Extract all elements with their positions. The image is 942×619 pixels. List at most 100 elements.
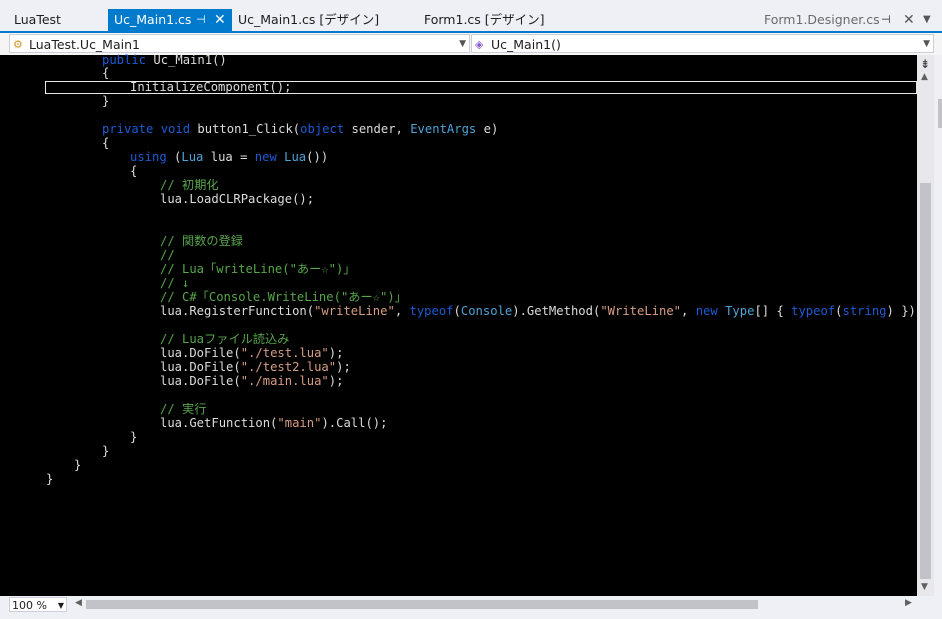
keyword-token: string <box>842 304 887 318</box>
tab-uc-main1-design[interactable]: Uc_Main1.cs [デザイン] <box>232 9 379 31</box>
code-token: ( <box>453 304 461 318</box>
code-token: lua.DoFile( <box>160 346 241 360</box>
code-line: public Uc_Main1() <box>102 53 227 67</box>
comment-line: // 関数の登録 <box>160 234 243 248</box>
member-dropdown-value: Uc_Main1() <box>491 37 561 52</box>
type-token: EventArgs <box>410 122 477 136</box>
chevron-down-icon[interactable]: ▼ <box>58 598 64 613</box>
code-line: { <box>130 164 138 178</box>
code-token: Uc_Main1() <box>146 53 227 67</box>
close-icon[interactable]: ✕ <box>214 9 226 31</box>
editor-bottom-bar: 100 % ▼ ◀ ▶ <box>0 596 934 619</box>
split-window-icon[interactable]: ⇟ <box>920 57 930 71</box>
code-line: } <box>74 458 82 472</box>
zoom-value: 100 % <box>12 599 47 612</box>
class-icon: ⚙ <box>13 38 23 51</box>
code-line: lua.DoFile("./test.lua"); <box>160 346 343 360</box>
code-token: , <box>681 304 696 318</box>
code-line: } <box>102 444 110 458</box>
string-token: "WriteLine" <box>600 304 682 318</box>
keyword-token: public <box>102 53 147 67</box>
code-line: } <box>102 94 110 108</box>
comment-line: // Lua「writeLine("あー☆")」 <box>160 262 356 276</box>
code-line: using (Lua lua = new Lua()) <box>130 150 328 164</box>
tab-form1-design[interactable]: Form1.cs [デザイン] <box>418 9 545 31</box>
comment-line: // <box>160 248 175 262</box>
tab-form1-design-label: Form1.cs [デザイン] <box>424 12 545 27</box>
code-token: ); <box>336 360 351 374</box>
keyword-token: using <box>130 150 167 164</box>
code-token: , <box>394 304 410 318</box>
string-token: "./test.lua" <box>240 346 329 360</box>
code-token: ( <box>835 304 843 318</box>
comment-line: // ↓ <box>160 276 190 290</box>
string-token: "./main.lua" <box>240 374 329 388</box>
outer-scroll-thumb[interactable] <box>938 99 942 128</box>
member-dropdown[interactable]: ◈ Uc_Main1() ▼ <box>471 34 934 53</box>
comment-line: // 実行 <box>160 402 207 416</box>
keyword-token: private <box>102 122 154 136</box>
tab-form1-designer-cs[interactable]: Form1.Designer.cs <box>764 9 880 31</box>
keyword-token: typeof <box>791 304 836 318</box>
horizontal-scroll-thumb[interactable] <box>86 600 758 609</box>
code-line: } <box>130 430 138 444</box>
string-token: "./test2.lua" <box>240 360 337 374</box>
scroll-right-icon[interactable]: ▶ <box>905 598 912 608</box>
comment-line: // 初期化 <box>160 178 219 192</box>
type-token: Lua <box>284 150 307 164</box>
code-token: lua.GetFunction( <box>160 416 278 430</box>
code-token: ); <box>328 346 344 360</box>
code-line: } <box>46 472 54 486</box>
scroll-left-icon[interactable]: ◀ <box>75 598 82 608</box>
keyword-token: new <box>695 304 718 318</box>
type-token: Console <box>460 304 513 318</box>
code-line: lua.GetFunction("main").Call(); <box>160 416 387 430</box>
keyword-token: object <box>300 122 345 136</box>
tab-luatest-label: LuaTest <box>14 12 61 27</box>
code-line: { <box>102 136 110 150</box>
tab-uc-main1-cs-label: Uc_Main1.cs <box>114 12 192 27</box>
code-token: ).Call(); <box>321 416 388 430</box>
code-token: lua = <box>203 150 255 164</box>
code-editor[interactable] <box>26 55 917 596</box>
comment-line: // C#「Console.WriteLine("あー☆")」 <box>160 290 407 304</box>
code-token: ).GetMethod( <box>512 304 601 318</box>
zoom-dropdown[interactable]: 100 % ▼ <box>9 597 67 612</box>
code-token: lua.RegisterFunction( <box>160 304 315 318</box>
chevron-down-icon[interactable]: ▼ <box>923 35 930 54</box>
document-tab-strip: LuaTest Uc_Main1.cs ⊣ ✕ Uc_Main1.cs [デザイ… <box>0 0 942 33</box>
vertical-scroll-thumb[interactable] <box>920 183 931 579</box>
close-icon[interactable]: ✕ <box>903 9 915 31</box>
code-token: ); <box>328 374 344 388</box>
scroll-up-icon[interactable]: ▲ <box>921 72 928 82</box>
class-dropdown-value: LuaTest.Uc_Main1 <box>29 37 140 52</box>
tab-uc-main1-cs[interactable]: Uc_Main1.cs ⊣ ✕ <box>108 9 232 31</box>
tab-luatest[interactable]: LuaTest <box>8 9 61 31</box>
string-token: "writeLine" <box>314 304 395 318</box>
pin-icon[interactable]: ⊣ <box>881 9 891 31</box>
tab-uc-main1-design-label: Uc_Main1.cs [デザイン] <box>238 12 380 27</box>
method-icon: ◈ <box>475 38 484 51</box>
code-token: lua.DoFile( <box>160 360 241 374</box>
class-dropdown[interactable]: ⚙ LuaTest.Uc_Main1 ▼ <box>9 34 470 53</box>
code-line: lua.RegisterFunction("writeLine", typeof… <box>160 304 931 318</box>
type-token: Lua <box>181 150 204 164</box>
code-line: lua.DoFile("./test2.lua"); <box>160 360 351 374</box>
code-token: e) <box>476 122 499 136</box>
code-line: lua.DoFile("./main.lua"); <box>160 374 343 388</box>
scroll-down-icon[interactable]: ▼ <box>921 582 928 592</box>
keyword-token: typeof <box>409 304 454 318</box>
code-token: button1_Click( <box>190 122 301 136</box>
editor-gutter <box>0 55 26 596</box>
window-edge <box>934 55 942 619</box>
chevron-down-icon[interactable]: ▼ <box>923 9 931 31</box>
code-token: ( <box>166 150 182 164</box>
current-line-highlight <box>45 81 917 94</box>
comment-line: // Luaファイル読込み <box>160 332 290 346</box>
code-line: private void button1_Click(object sender… <box>102 122 498 136</box>
type-token: Type <box>725 304 755 318</box>
pin-icon[interactable]: ⊣ <box>196 9 206 31</box>
code-token: lua.DoFile( <box>160 374 241 388</box>
chevron-down-icon[interactable]: ▼ <box>459 35 466 54</box>
